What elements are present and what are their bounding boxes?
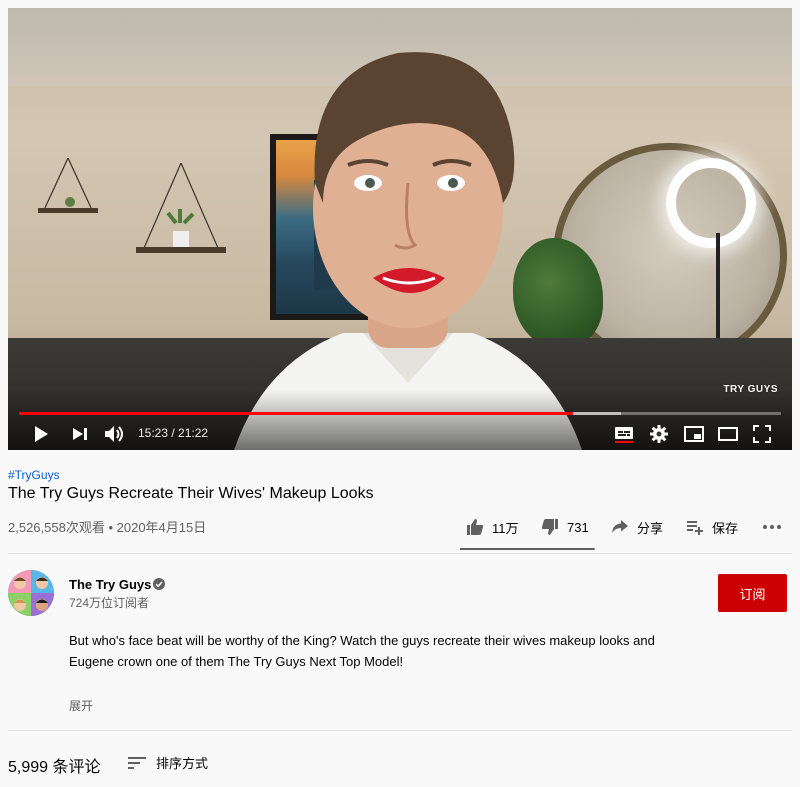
sort-comments-button[interactable]: 排序方式 bbox=[128, 753, 208, 772]
like-count: 11万 bbox=[492, 520, 519, 536]
subscribe-button[interactable]: 订阅 bbox=[718, 574, 787, 612]
show-more-button[interactable]: 展开 bbox=[69, 697, 93, 714]
subtitles-icon bbox=[615, 427, 633, 443]
more-actions-button[interactable] bbox=[762, 509, 790, 545]
presenter bbox=[234, 52, 582, 450]
theater-mode-icon bbox=[718, 427, 738, 441]
subscriber-count: 724万位订阅者 bbox=[69, 596, 150, 610]
fullscreen-icon bbox=[753, 425, 771, 443]
playlist-add-icon bbox=[687, 521, 703, 535]
share-label: 分享 bbox=[637, 520, 664, 536]
video-meta: 2,526,558次观看 • 2020年4月15日 bbox=[8, 517, 206, 536]
progress-played bbox=[19, 412, 573, 415]
comment-count: 5,999 条评论 bbox=[8, 759, 101, 776]
subtitles-button[interactable] bbox=[613, 422, 635, 446]
sort-icon bbox=[128, 756, 146, 769]
divider bbox=[8, 730, 792, 731]
sort-label: 排序方式 bbox=[156, 756, 209, 771]
divider bbox=[8, 553, 792, 554]
like-dislike-bar bbox=[460, 548, 595, 550]
share-icon bbox=[612, 520, 628, 533]
verified-icon bbox=[153, 578, 165, 590]
play-icon bbox=[35, 426, 48, 442]
theater-mode-button[interactable] bbox=[716, 422, 740, 446]
time-display: 15:23 / 21:22 bbox=[138, 426, 208, 440]
channel-name[interactable]: The Try Guys bbox=[69, 577, 151, 592]
miniplayer-button[interactable] bbox=[682, 422, 706, 446]
publish-date: 2020年4月15日 bbox=[116, 520, 207, 535]
like-ratio-fill bbox=[460, 548, 594, 550]
thumbs-down-icon bbox=[541, 519, 558, 535]
thumbs-up-icon bbox=[467, 519, 484, 535]
video-description: But who's face beat will be worthy of th… bbox=[69, 633, 655, 669]
save-button[interactable]: 保存 bbox=[686, 509, 738, 545]
current-time: 15:23 bbox=[138, 426, 169, 440]
share-button[interactable]: 分享 bbox=[611, 509, 663, 545]
ring-light bbox=[666, 158, 756, 248]
meta-separator: • bbox=[104, 520, 117, 535]
video-title: The Try Guys Recreate Their Wives' Makeu… bbox=[8, 485, 374, 502]
video-frame[interactable]: TRY GUYS bbox=[8, 8, 792, 450]
volume-icon bbox=[105, 426, 123, 442]
settings-button[interactable] bbox=[648, 422, 670, 446]
volume-button[interactable] bbox=[102, 422, 128, 446]
hanging-shelf-small bbox=[38, 158, 98, 213]
channel-avatar-image bbox=[8, 570, 54, 616]
channel-avatar[interactable] bbox=[8, 570, 54, 616]
save-label: 保存 bbox=[712, 520, 739, 536]
like-button[interactable]: 11万 bbox=[466, 509, 519, 545]
time-separator: / bbox=[168, 426, 179, 440]
video-player[interactable]: TRY GUYS 15:23 / 21:22 bbox=[8, 8, 792, 450]
view-count: 2,526,558次观看 bbox=[8, 520, 105, 535]
fullscreen-button[interactable] bbox=[750, 422, 774, 446]
gear-icon bbox=[650, 425, 668, 443]
play-button[interactable] bbox=[28, 422, 54, 446]
dislike-button[interactable]: 731 bbox=[541, 509, 589, 545]
skip-next-icon bbox=[73, 428, 87, 440]
progress-bar[interactable] bbox=[19, 412, 781, 415]
more-icon bbox=[763, 525, 781, 529]
miniplayer-icon bbox=[684, 426, 704, 442]
hashtag-link[interactable]: #TryGuys bbox=[8, 468, 60, 482]
dislike-count: 731 bbox=[567, 519, 589, 535]
hanging-shelf-large bbox=[136, 163, 226, 253]
next-button[interactable] bbox=[68, 422, 92, 446]
total-time: 21:22 bbox=[178, 426, 209, 440]
